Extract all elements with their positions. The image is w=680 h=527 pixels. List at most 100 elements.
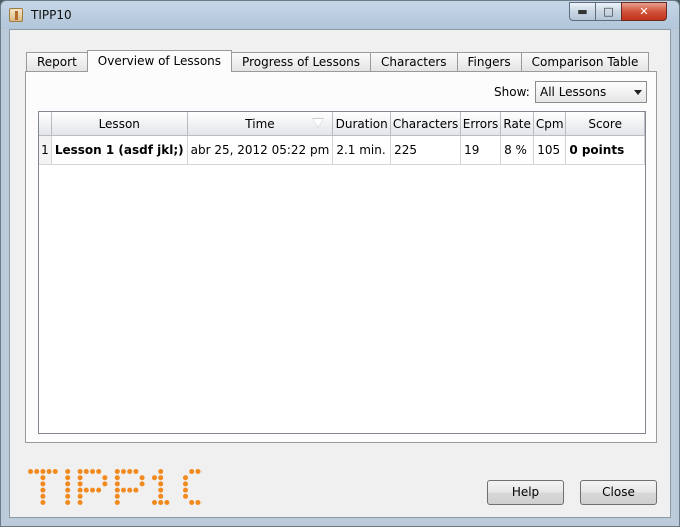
app-icon: [9, 8, 23, 22]
logo-dot: [90, 487, 95, 493]
logo-dot: [65, 487, 71, 493]
logo-dot: [158, 481, 164, 487]
logo-dot: [65, 481, 71, 487]
row-number[interactable]: 1: [39, 135, 52, 165]
logo-dot: [77, 475, 83, 481]
logo-dot: [65, 469, 71, 474]
logo-dot: [34, 469, 40, 474]
column-header-duration[interactable]: Duration: [332, 112, 392, 136]
column-header-time-label: Time: [245, 116, 275, 131]
logo-dot: [46, 469, 52, 474]
cell-lesson: Lesson 1 (asdf jkl;): [51, 135, 188, 165]
logo-dot: [40, 500, 46, 505]
column-header-errors[interactable]: Errors: [460, 112, 502, 136]
logo-dot: [40, 487, 46, 493]
lessons-table[interactable]: Lesson Time Duration Characters Errors R…: [38, 111, 646, 434]
logo-dot: [133, 487, 139, 493]
logo-dot: [65, 475, 71, 481]
logo-dot: [102, 481, 108, 487]
cell-score: 0 points: [565, 135, 645, 165]
cell-errors: 19: [460, 135, 502, 165]
logo-dot: [40, 493, 46, 499]
close-window-button[interactable]: ✕: [621, 2, 667, 21]
logo-dot: [133, 469, 139, 474]
maximize-button[interactable]: □: [595, 2, 622, 21]
minimize-button[interactable]: ▬: [569, 2, 596, 21]
logo-dot: [90, 469, 95, 474]
logo-dot: [189, 500, 195, 505]
logo-dot: [158, 500, 164, 505]
logo-dot: [195, 469, 201, 474]
logo-dot: [152, 475, 157, 481]
logo-dot: [40, 481, 46, 487]
title-bar[interactable]: TIPP10 ▬ □ ✕: [1, 1, 679, 29]
logo-dot: [77, 487, 83, 493]
logo-dot: [183, 475, 188, 481]
logo-dot: [102, 475, 108, 481]
main-window: TIPP10 ▬ □ ✕ Report Overview of Lessons …: [0, 0, 680, 527]
close-button-label: Close: [602, 485, 635, 499]
logo-dot: [195, 500, 201, 505]
logo-dot: [139, 481, 145, 487]
tab-overview-of-lessons[interactable]: Overview of Lessons: [86, 50, 233, 72]
window-title: TIPP10: [31, 8, 72, 22]
help-button[interactable]: Help: [487, 480, 564, 505]
minimize-icon: ▬: [577, 5, 588, 18]
logo-dot: [158, 475, 164, 481]
logo-dot: [77, 469, 83, 474]
logo-dot: [121, 469, 126, 474]
logo-dot: [183, 487, 188, 493]
logo-dot: [114, 487, 120, 493]
column-header-score[interactable]: Score: [565, 112, 645, 136]
tab-bar: Report Overview of Lessons Progress of L…: [26, 50, 650, 72]
column-header-cpm[interactable]: Cpm: [533, 112, 567, 136]
cell-duration: 2.1 min.: [332, 135, 392, 165]
cell-rate: 8 %: [500, 135, 535, 165]
column-header-time[interactable]: Time: [187, 112, 334, 136]
tab-characters[interactable]: Characters: [370, 52, 458, 71]
dropdown-arrow-icon[interactable]: [634, 90, 642, 95]
logo-dot: [127, 487, 133, 493]
close-icon: ✕: [639, 5, 649, 18]
logo-dot: [65, 500, 71, 505]
logo-dot: [139, 475, 145, 481]
table-header-row: Lesson Time Duration Characters Errors R…: [39, 112, 645, 136]
column-header-rate[interactable]: Rate: [500, 112, 535, 136]
cell-cpm: 105: [533, 135, 567, 165]
logo-dot: [114, 500, 120, 505]
row-header-corner[interactable]: [39, 112, 52, 136]
logo-dot: [158, 493, 164, 499]
logo-dot: [40, 475, 46, 481]
tipp10-logo: [28, 469, 202, 505]
sort-descending-icon: [312, 118, 325, 128]
logo-dot: [28, 469, 33, 474]
logo-dot: [114, 481, 120, 487]
logo-dot: [114, 493, 120, 499]
logo-dot: [96, 487, 102, 493]
dialog-body: Report Overview of Lessons Progress of L…: [9, 29, 671, 518]
logo-dot: [127, 469, 133, 474]
logo-dot: [77, 493, 83, 499]
logo-dot: [83, 469, 89, 474]
tab-report[interactable]: Report: [26, 52, 88, 71]
logo-dot: [83, 487, 89, 493]
logo-dot: [152, 500, 157, 505]
logo-dot: [40, 469, 46, 474]
show-label: Show:: [494, 85, 530, 99]
logo-dot: [121, 487, 126, 493]
tab-fingers[interactable]: Fingers: [456, 52, 522, 71]
column-header-lesson[interactable]: Lesson: [51, 112, 188, 136]
maximize-icon: □: [603, 5, 614, 18]
show-filter-value: All Lessons: [540, 85, 607, 99]
show-filter-select[interactable]: All Lessons: [535, 81, 647, 103]
close-button[interactable]: Close: [580, 480, 657, 505]
table-row[interactable]: 1 Lesson 1 (asdf jkl;) abr 25, 2012 05:2…: [39, 135, 645, 165]
column-header-characters[interactable]: Characters: [390, 112, 462, 136]
tab-progress-of-lessons[interactable]: Progress of Lessons: [231, 52, 372, 71]
logo-dot: [65, 493, 71, 499]
logo-dot: [183, 493, 188, 499]
tab-comparison-table[interactable]: Comparison Table: [520, 52, 650, 71]
logo-dot: [164, 500, 170, 505]
tab-panel: Show: All Lessons Lesson Time Duration C…: [25, 71, 657, 443]
logo-dot: [52, 469, 58, 474]
